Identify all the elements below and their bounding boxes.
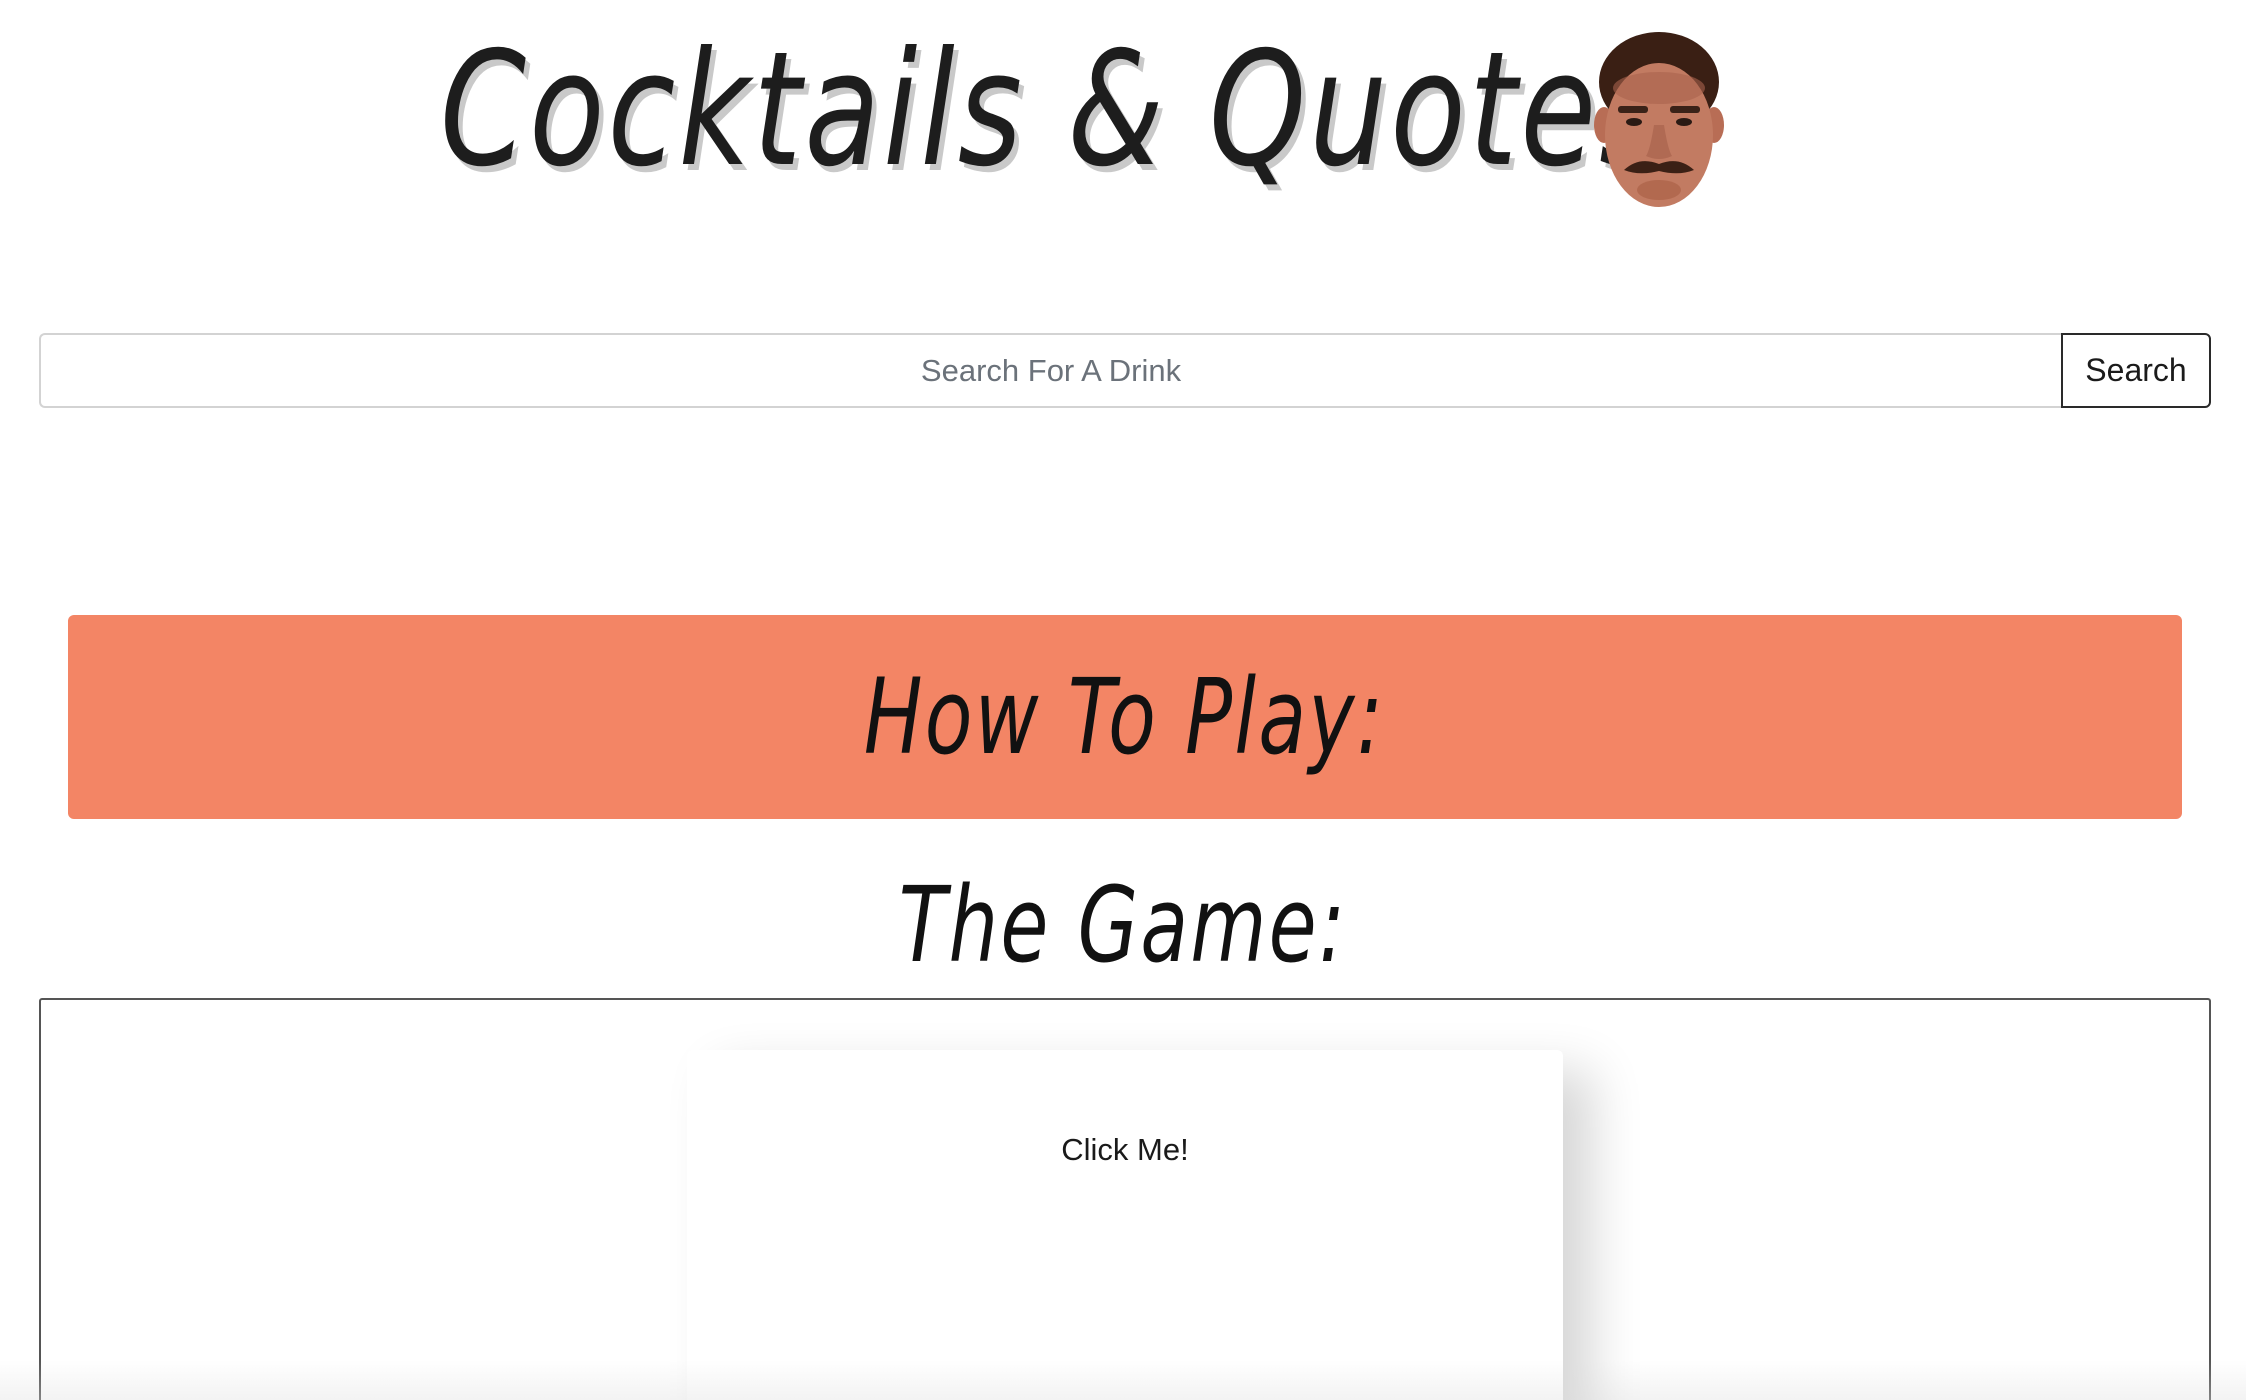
game-card-label: Click Me! xyxy=(1061,1132,1189,1167)
ron-swanson-face-icon xyxy=(1594,30,1724,210)
game-heading-text: The Game: xyxy=(898,864,1348,986)
page: Cocktails & Quotes Search For A Drink Se… xyxy=(0,0,2246,1400)
how-to-play-banner[interactable]: How To Play: xyxy=(68,615,2182,819)
how-to-play-title: How To Play: xyxy=(864,656,1386,778)
search-form: Search xyxy=(39,333,2211,408)
game-area: Click Me! xyxy=(39,998,2211,1400)
game-card[interactable]: Click Me! xyxy=(687,1050,1563,1400)
search-button[interactable]: Search xyxy=(2061,333,2211,408)
site-title: Cocktails & Quotes xyxy=(440,18,1667,202)
site-header: Cocktails & Quotes xyxy=(0,0,2246,300)
search-input[interactable] xyxy=(39,333,2061,408)
game-heading: The Game: xyxy=(0,860,2246,990)
